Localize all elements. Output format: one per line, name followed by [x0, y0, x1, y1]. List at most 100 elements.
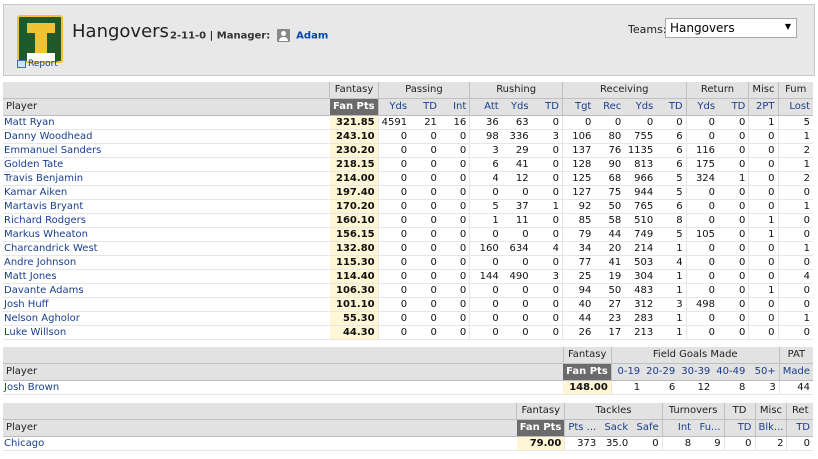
stat-cell: 137 [561, 143, 595, 158]
fan-pts-column-header[interactable]: Fan Pts [563, 363, 612, 381]
table-row: Josh Huff 101.10 0 0 0 0 0 0 40 27 312 3 498 0 0 0 [3, 297, 813, 312]
stat-column-header[interactable]: Lost [777, 98, 813, 116]
stat-column-header[interactable]: TD [656, 98, 687, 116]
player-name-link[interactable]: Markus Wheaton [3, 227, 330, 242]
player-name-link[interactable]: Golden Tate [3, 157, 330, 172]
stat-cell: 0 [748, 143, 778, 158]
stat-column-header[interactable]: 40-49 [713, 363, 749, 381]
player-name-link[interactable]: Charcandrick West [3, 241, 330, 256]
stat-cell: 92 [561, 199, 595, 214]
stat-cell: 6 [656, 157, 687, 172]
stat-cell: 6 [656, 143, 687, 158]
player-name-link[interactable]: Travis Benjamin [3, 171, 330, 186]
stat-cell: 125 [561, 171, 595, 186]
stat-column-header[interactable]: Yds [685, 98, 719, 116]
stat-cell: 0 [377, 325, 411, 340]
stat-cell: 503 [624, 255, 657, 270]
fan-pts-column-header[interactable]: Fan Pts [516, 419, 565, 437]
stat-column-header[interactable]: Att [469, 98, 502, 116]
stat-column-header[interactable]: TD [723, 419, 755, 437]
player-name-link[interactable]: Matt Jones [3, 269, 330, 284]
stat-column-header[interactable]: TD [410, 98, 440, 116]
stat-cell: 0 [410, 199, 440, 214]
teams-label: Teams: [628, 23, 667, 36]
player-name-link[interactable]: Kamar Aiken [3, 185, 330, 200]
stat-column-header[interactable]: Tgt [561, 98, 595, 116]
stat-column-header[interactable]: Made [778, 363, 813, 381]
player-name-link[interactable]: Davante Adams [3, 283, 330, 298]
stat-column-header[interactable]: 30-39 [678, 363, 714, 381]
player-name-link[interactable]: Andre Johnson [3, 255, 330, 270]
player-name-link[interactable]: Nelson Agholor [3, 311, 330, 326]
manager-link[interactable]: Adam [296, 31, 328, 42]
stat-column-header[interactable]: Safe [631, 419, 663, 437]
stat-cell: 0 [501, 311, 532, 326]
stat-cell: 0 [685, 213, 719, 228]
stat-column-header[interactable]: Yds [624, 98, 657, 116]
stat-cell: 0 [561, 115, 595, 130]
stat-column-header[interactable]: 50+ [748, 363, 780, 381]
stat-cell: 0 [501, 227, 532, 242]
stat-cell: 27 [594, 297, 625, 312]
stat-cell: 0 [469, 325, 502, 340]
teams-select[interactable]: Hangovers ▼ [665, 18, 797, 38]
stat-cell: 0 [718, 255, 749, 270]
stat-cell: 0 [439, 269, 470, 284]
group-header: Fum [777, 82, 813, 99]
player-column-header[interactable]: Player [3, 419, 517, 437]
stat-cell: 5 [656, 227, 687, 242]
stat-column-header[interactable]: 0-19 [610, 363, 644, 381]
player-name-link[interactable]: Emmanuel Sanders [3, 143, 330, 158]
player-name-link[interactable]: Richard Rodgers [3, 213, 330, 228]
stat-column-header[interactable]: Int [661, 419, 695, 437]
stat-cell: 12 [501, 171, 532, 186]
stat-cell: 8 [713, 380, 749, 395]
stat-cell: 813 [624, 157, 657, 172]
stat-column-header[interactable]: Fu... [694, 419, 725, 437]
stat-cell: 35.0 [599, 436, 632, 451]
player-name-link[interactable]: Danny Woodhead [3, 129, 330, 144]
stat-column-header[interactable]: 2PT [748, 98, 778, 116]
stat-column-header[interactable]: Blk... [754, 419, 787, 437]
stat-column-header[interactable]: Yds [377, 98, 411, 116]
stat-column-header[interactable]: Rec [594, 98, 625, 116]
table-row: Josh Brown 148.00 1 6 12 8 3 44 [3, 380, 813, 395]
stat-cell: 0 [501, 325, 532, 340]
stat-cell: 0 [439, 213, 470, 228]
stat-cell: 0 [501, 283, 532, 298]
fan-pts-column-header[interactable]: Fan Pts [329, 98, 379, 116]
stat-cell: 0 [439, 241, 470, 256]
stat-cell: 0 [631, 436, 663, 451]
stat-column-header[interactable]: TD [718, 98, 749, 116]
player-column-header[interactable]: Player [3, 98, 330, 116]
player-name-link[interactable]: Luke Willson [3, 325, 330, 340]
player-name-link[interactable]: Martavis Bryant [3, 199, 330, 214]
stat-cell: 0 [410, 143, 440, 158]
group-header: Turnovers [661, 403, 725, 420]
stat-cell: 8 [661, 436, 695, 451]
report-link[interactable]: Report [17, 59, 58, 69]
stat-cell: 0 [439, 129, 470, 144]
stat-cell: 304 [624, 269, 657, 284]
stat-cell: 4 [531, 241, 563, 256]
stat-cell: 0 [531, 213, 563, 228]
stat-column-header[interactable]: TD [531, 98, 563, 116]
table-row: Travis Benjamin 214.00 0 0 0 4 12 0 125 68 966 5 324… [3, 171, 813, 186]
stat-column-header[interactable]: Yds [501, 98, 532, 116]
stat-cell: 1 [748, 283, 778, 298]
stat-column-header[interactable]: Pts ... [564, 419, 600, 437]
player-name-link[interactable]: Matt Ryan [3, 115, 330, 130]
player-column-header[interactable]: Player [3, 363, 564, 381]
player-name-link[interactable]: Chicago [3, 436, 517, 451]
stat-column-header[interactable]: Int [439, 98, 470, 116]
stat-cell: 0 [718, 157, 749, 172]
stat-cell: 0 [377, 213, 411, 228]
player-name-link[interactable]: Josh Huff [3, 297, 330, 312]
stat-cell: 634 [501, 241, 532, 256]
stat-column-header[interactable]: Sack [599, 419, 632, 437]
table-row: Andre Johnson 115.30 0 0 0 0 0 0 77 41 503 4 0 0 0 0 [3, 255, 813, 270]
stat-column-header[interactable]: 20-29 [643, 363, 679, 381]
stat-column-header[interactable]: TD [786, 419, 813, 437]
fan-pts-cell: 243.10 [329, 129, 379, 144]
player-name-link[interactable]: Josh Brown [3, 380, 564, 395]
